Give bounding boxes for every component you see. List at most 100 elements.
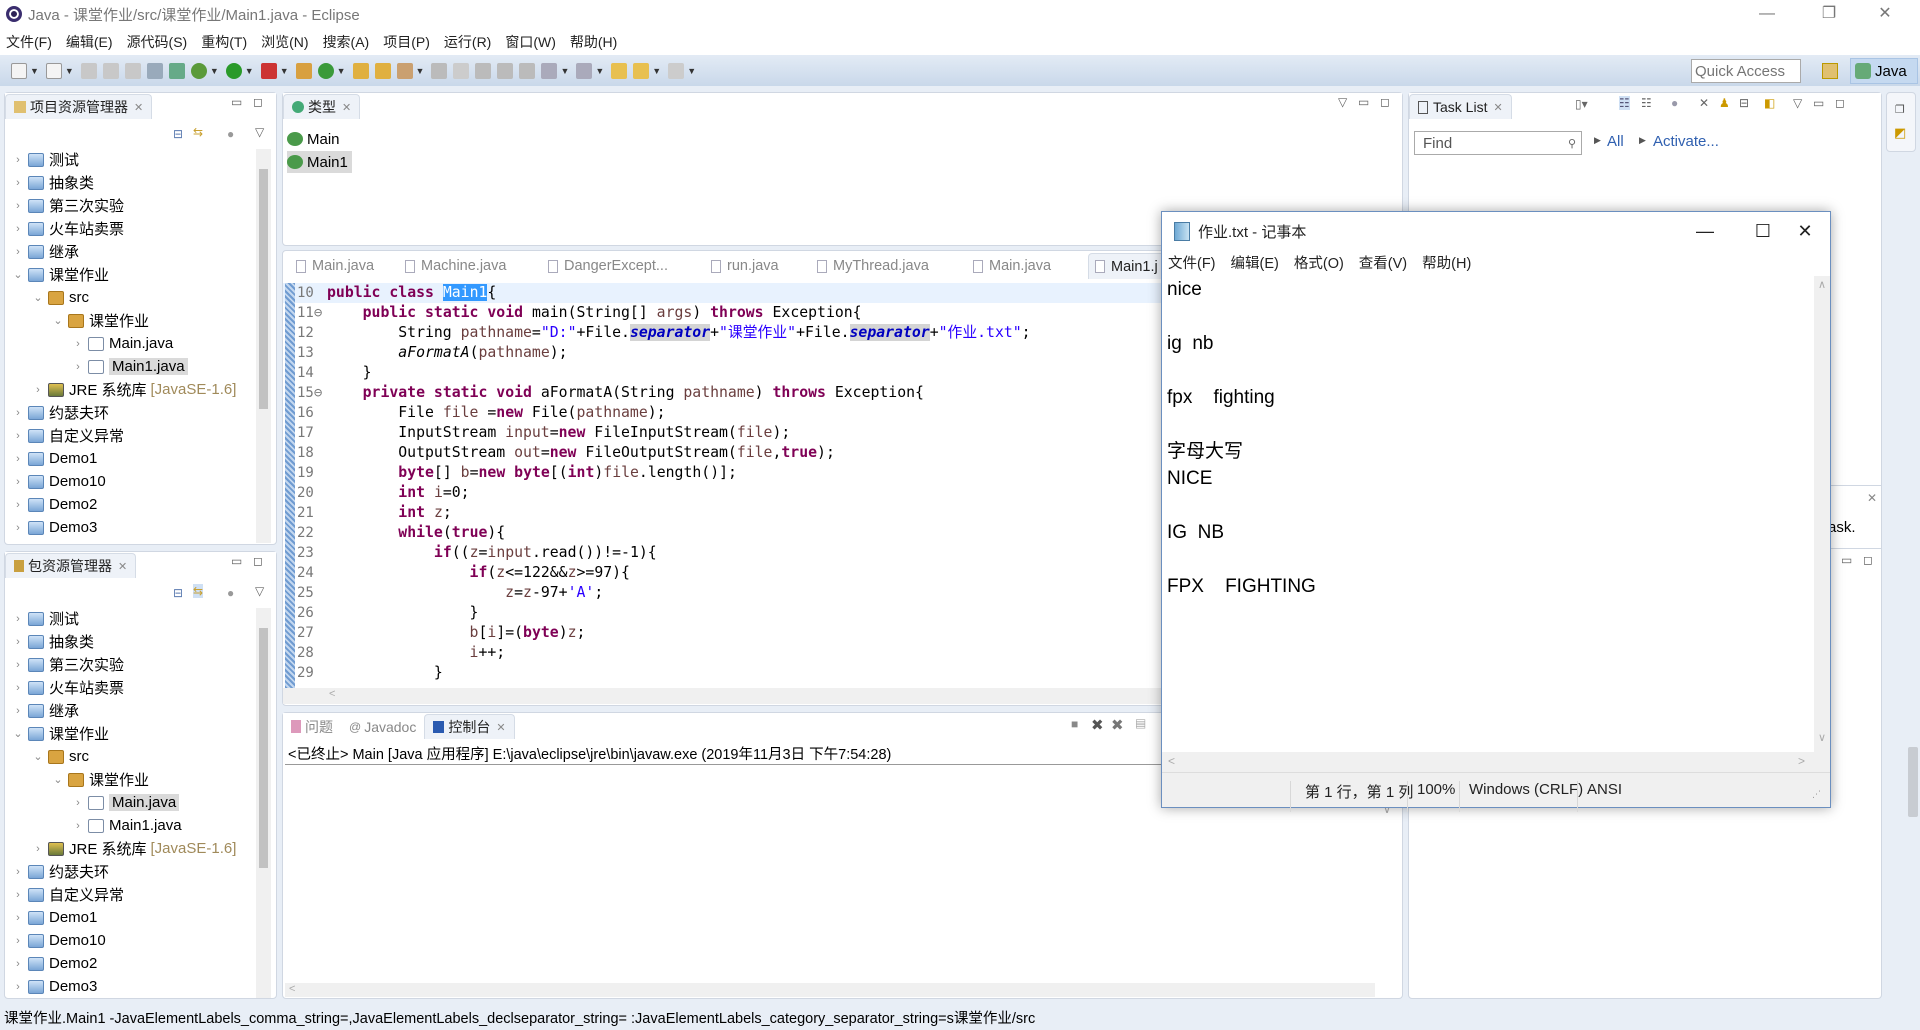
tree-item[interactable]: › 测试: [11, 607, 79, 630]
chevron-down-icon[interactable]: ⌄: [31, 750, 45, 763]
last-edit-icon[interactable]: [611, 62, 628, 79]
minimize-button[interactable]: —: [1744, 0, 1790, 28]
menu-project[interactable]: 项目(P): [383, 32, 430, 52]
chevron-right-icon[interactable]: ›: [11, 981, 25, 993]
save-icon[interactable]: [80, 62, 97, 79]
tree-item[interactable]: › 火车站卖票: [11, 217, 124, 240]
close-icon[interactable]: ✕: [342, 101, 351, 114]
notepad-menu-view[interactable]: 查看(V): [1359, 252, 1407, 273]
skip-breakpoints-icon[interactable]: [146, 62, 163, 79]
maximize-icon[interactable]: ◻: [253, 95, 263, 109]
tree-item[interactable]: › Demo1: [11, 447, 97, 470]
chevron-down-icon[interactable]: ⌄: [11, 727, 25, 740]
chevron-right-icon[interactable]: ›: [11, 705, 25, 717]
dropdown-icon[interactable]: ▼: [560, 66, 569, 76]
scroll-up-icon[interactable]: ∧: [1814, 278, 1830, 291]
search-icon[interactable]: [396, 62, 413, 79]
all-link[interactable]: All: [1607, 133, 1624, 150]
sync-icon[interactable]: ◧: [1764, 96, 1775, 110]
console-hscroll[interactable]: <: [285, 983, 1375, 997]
categorized-icon[interactable]: ☷: [1619, 96, 1630, 110]
close-icon[interactable]: ✕: [496, 721, 505, 734]
editor-tab[interactable]: Main.java: [973, 253, 1051, 279]
new-icon[interactable]: [11, 62, 27, 79]
chevron-right-icon[interactable]: ›: [11, 613, 25, 625]
debug-icon[interactable]: [190, 62, 207, 79]
tab-console[interactable]: 控制台 ✕: [424, 714, 515, 739]
scroll-lock-icon[interactable]: ▤: [1135, 716, 1146, 730]
project-tree-scrollbar[interactable]: [256, 149, 271, 543]
tab-type-hierarchy[interactable]: 类型 ✕: [283, 94, 361, 119]
tree-item[interactable]: › 继承: [11, 699, 79, 722]
dropdown-icon[interactable]: ▼: [210, 66, 219, 76]
pilcrow-icon[interactable]: [519, 62, 536, 79]
dropdown-icon[interactable]: ▼: [65, 66, 74, 76]
chevron-right-icon[interactable]: ›: [11, 430, 25, 442]
notepad-minimize-button[interactable]: —: [1676, 212, 1734, 250]
tree-item[interactable]: › 自定义异常: [11, 424, 124, 447]
notepad-menu-file[interactable]: 文件(F): [1168, 252, 1216, 273]
tree-item[interactable]: › 继承: [11, 240, 79, 263]
dropdown-icon[interactable]: ▼: [245, 66, 254, 76]
chevron-right-icon[interactable]: ›: [11, 476, 25, 488]
scheduled-icon[interactable]: ☷: [1641, 96, 1652, 110]
editor-tab[interactable]: Machine.java: [405, 253, 506, 279]
code-editor[interactable]: 10 public class Main1{11⊖ public static v…: [283, 283, 1163, 688]
close-icon[interactable]: ✕: [134, 101, 143, 114]
chevron-down-icon[interactable]: ⌄: [31, 291, 45, 304]
chevron-right-icon[interactable]: ›: [11, 935, 25, 947]
notepad-menu-edit[interactable]: 编辑(E): [1231, 252, 1279, 273]
restore-icon[interactable]: ❐: [1895, 103, 1905, 116]
new-package-icon[interactable]: [295, 62, 312, 79]
tree-item[interactable]: › Main1.java: [71, 814, 181, 837]
tree-item[interactable]: › Main.java: [71, 332, 173, 355]
back-icon[interactable]: [633, 62, 650, 79]
chevron-right-icon[interactable]: ›: [11, 889, 25, 901]
tree-item[interactable]: › 约瑟夫环: [11, 860, 109, 883]
collapse-all-icon[interactable]: ⊟: [173, 127, 183, 141]
menu-search[interactable]: 搜索(A): [323, 32, 370, 52]
collapse-icon[interactable]: ⊟: [1739, 96, 1749, 110]
tree-item[interactable]: › Main1.java: [71, 355, 188, 378]
tree-item[interactable]: › JRE 系统库 [JavaSE-1.6]: [31, 378, 236, 401]
focus-icon[interactable]: ●: [1671, 96, 1678, 110]
chevron-right-icon[interactable]: ›: [11, 636, 25, 648]
people-icon[interactable]: ♟: [1719, 96, 1730, 110]
chevron-right-icon[interactable]: ›: [11, 682, 25, 694]
tree-item[interactable]: › 测试: [11, 148, 79, 171]
tab-problems[interactable]: 问题: [283, 714, 341, 739]
tree-item[interactable]: ⌄ 课堂作业: [11, 722, 109, 745]
tab-task-list[interactable]: Task List ✕: [1409, 94, 1512, 119]
resize-grip-icon[interactable]: ⋰: [1812, 789, 1821, 800]
tree-item[interactable]: ⌄ 课堂作业: [51, 768, 149, 791]
tree-item[interactable]: › 抽象类: [11, 630, 94, 653]
editor-tab[interactable]: MyThread.java: [817, 253, 929, 279]
chevron-right-icon[interactable]: ›: [71, 797, 85, 809]
chevron-right-icon[interactable]: ›: [11, 154, 25, 166]
tree-item[interactable]: › Demo3: [11, 975, 97, 998]
tree-item[interactable]: ⌄ 课堂作业: [11, 263, 109, 286]
chevron-right-icon[interactable]: ›: [71, 361, 85, 373]
minimize-icon[interactable]: ▭: [231, 554, 242, 568]
save-all-icon[interactable]: [102, 62, 119, 79]
close-icon[interactable]: ✕: [1493, 101, 1502, 114]
tree-item[interactable]: › Demo2: [11, 493, 97, 516]
chevron-right-icon[interactable]: ›: [71, 338, 85, 350]
tree-item[interactable]: › 第三次实验: [11, 653, 124, 676]
dropdown-icon[interactable]: ▼: [595, 66, 604, 76]
toggle-mark-icon[interactable]: [453, 62, 470, 79]
activate-link[interactable]: Activate...: [1653, 133, 1719, 150]
block-selection-icon[interactable]: [475, 62, 492, 79]
quick-access-input[interactable]: [1691, 59, 1801, 83]
print-icon[interactable]: [124, 62, 141, 79]
new-class-icon[interactable]: [317, 62, 334, 79]
remove-all-icon[interactable]: ✖: [1111, 716, 1124, 734]
menu-refactor[interactable]: 重构(T): [201, 32, 247, 52]
type-item-main1[interactable]: Main1: [287, 151, 352, 173]
java-perspective-button[interactable]: Java: [1850, 58, 1918, 84]
tree-item[interactable]: ⌄ src: [31, 745, 89, 768]
tab-javadoc[interactable]: @ Javadoc: [341, 714, 424, 739]
chevron-right-icon[interactable]: ›: [11, 866, 25, 878]
open-project-icon[interactable]: [374, 62, 391, 79]
chevron-right-icon[interactable]: ›: [11, 200, 25, 212]
